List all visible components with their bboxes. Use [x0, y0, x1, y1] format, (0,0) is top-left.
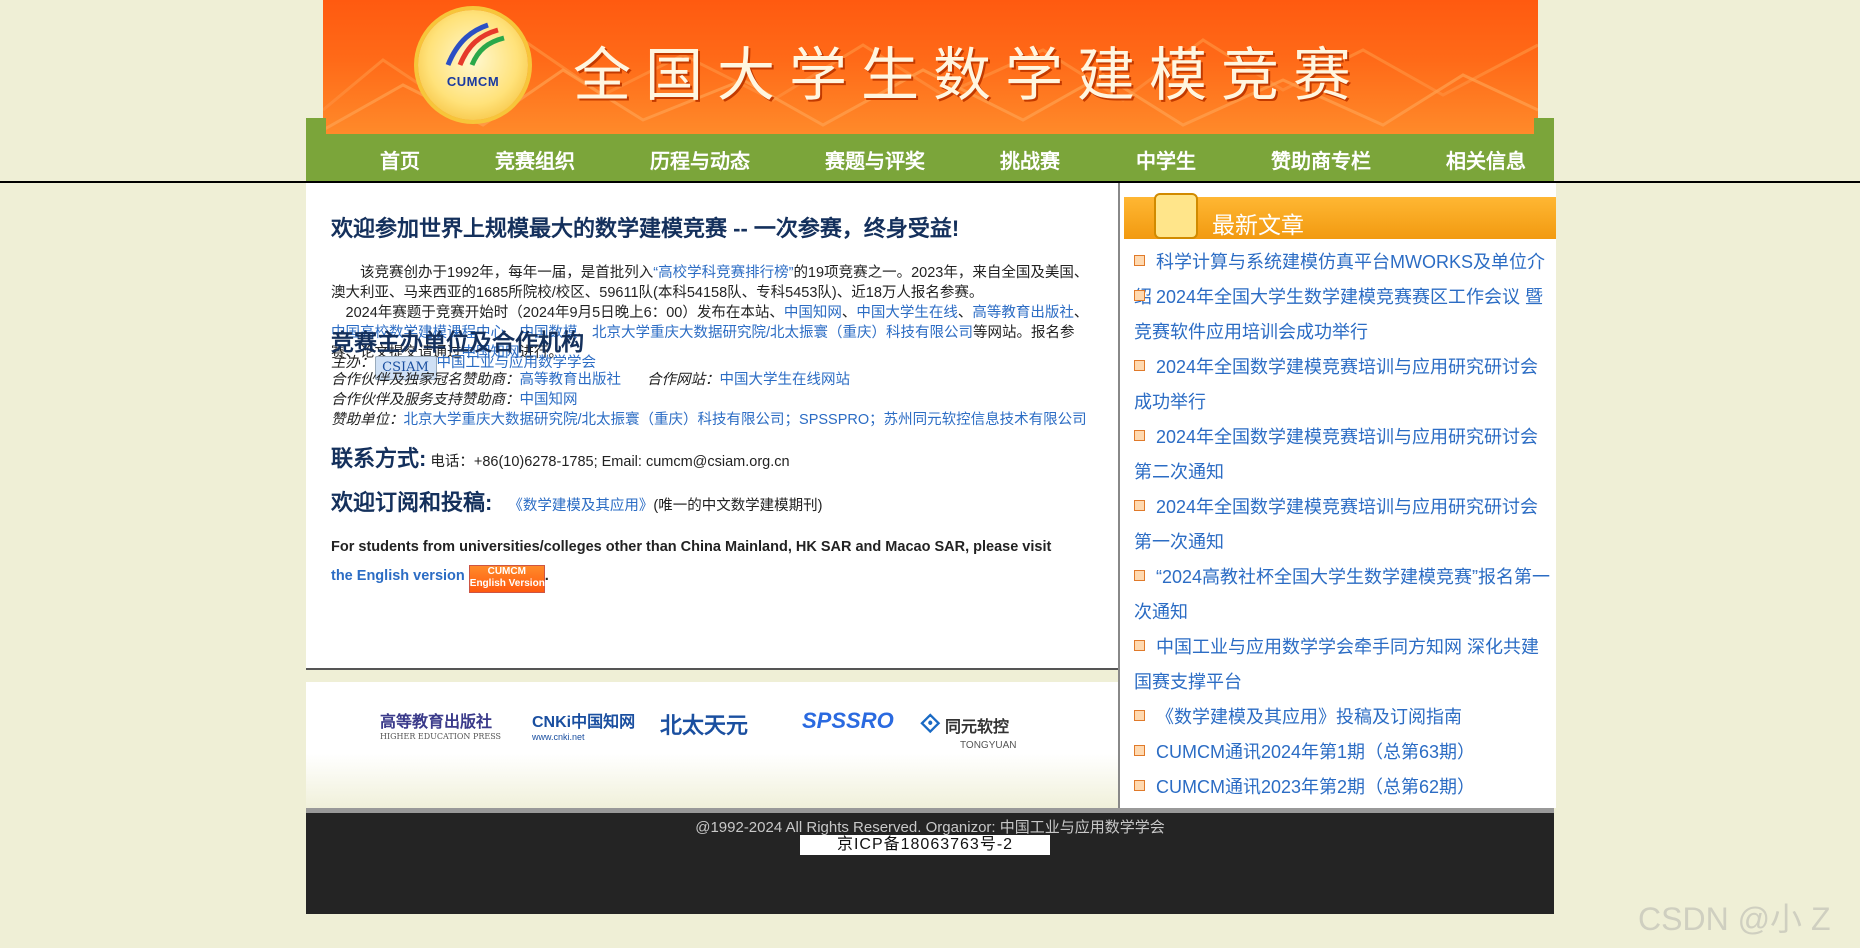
univs-link[interactable]: 中国大学生在线	[856, 305, 958, 321]
logo-text: CUMCM	[446, 74, 500, 89]
nav-sponsors[interactable]: 赞助商专栏	[1271, 145, 1371, 174]
bullet-icon	[1134, 640, 1145, 651]
contact-row: 联系方式: 电话：+86(10)6278-1785; Email: cumcm@…	[331, 445, 1091, 476]
bullet-icon	[1134, 430, 1145, 441]
nav-highschool[interactable]: 中学生	[1136, 145, 1196, 174]
subscribe-row: 欢迎订阅和投稿: 《数学建模及其应用》(唯一的中文数学建模期刊)	[331, 490, 823, 515]
main-divider	[306, 668, 1118, 670]
site-title: 全国大学生数学建模竞赛	[573, 41, 1366, 109]
organizers-heading: 竞赛主办单位及合作机构	[331, 329, 584, 355]
bullet-icon	[1134, 780, 1145, 791]
univs-site-link[interactable]: 中国大学生在线网站	[720, 372, 851, 388]
bullet-icon	[1134, 255, 1145, 266]
contact-heading: 联系方式:	[331, 446, 427, 471]
contact-text: 电话：+86(10)6278-1785; Email: cumcm@csiam.…	[430, 454, 790, 470]
pku-link[interactable]: 北京大学重庆大数据研究院/北太振寰（重庆）科技有限公司	[592, 325, 973, 341]
article-link[interactable]: 2024年全国数学建模竞赛培训与应用研究研讨会成功举行	[1134, 350, 1554, 420]
article-link[interactable]: 2024年全国数学建模竞赛培训与应用研究研讨会第二次通知	[1134, 420, 1554, 490]
beitai-logo[interactable]: 北太天元	[660, 708, 748, 740]
nav-organization[interactable]: 竞赛组织	[495, 145, 575, 174]
article-link[interactable]: “2024高教社杯全国大学生数学建模竞赛”报名第一次通知	[1134, 560, 1554, 630]
hep-partner-link[interactable]: 高等教育出版社	[520, 372, 622, 388]
partners-fade	[306, 754, 1118, 808]
article-link[interactable]: 2024年全国大学生数学建模竞赛赛区工作会议 暨竞赛软件应用培训会成功举行	[1134, 280, 1554, 350]
nav-related[interactable]: 相关信息	[1446, 145, 1526, 174]
cnki-partner-link[interactable]: 中国知网	[520, 392, 578, 408]
main-nav: 首页 竞赛组织 历程与动态 赛题与评奖 挑战赛 中学生 赞助商专栏 相关信息	[306, 134, 1554, 181]
subscribe-heading: 欢迎订阅和投稿:	[331, 490, 493, 515]
page-headline: 欢迎参加世界上规模最大的数学建模竞赛 -- 一次参赛，终身受益!	[331, 216, 960, 241]
nav-challenge[interactable]: 挑战赛	[1000, 145, 1060, 174]
hep-link[interactable]: 高等教育出版社	[972, 305, 1074, 321]
article-link[interactable]: 《数学建模及其应用》投稿及订阅指南	[1134, 700, 1554, 735]
sidebar-header: 最新文章	[1124, 193, 1556, 239]
article-link[interactable]: CUMCM通讯2023年第2期（总第62期）	[1134, 770, 1554, 805]
spsspro-logo[interactable]: SPSSRO	[802, 708, 894, 734]
partner2-row: 合作伙伴及服务支持赞助商：中国知网	[331, 392, 578, 408]
hep-logo[interactable]: 高等教育出版社 HIGHER EDUCATION PRESS	[380, 708, 501, 741]
cumcm-logo[interactable]: CUMCM	[418, 10, 528, 120]
nav-home[interactable]: 首页	[380, 145, 420, 174]
bullet-icon	[1134, 570, 1145, 581]
english-notice: For students from universities/colleges …	[331, 539, 1052, 555]
bullet-icon	[1134, 500, 1145, 511]
site-footer: @1992-2024 All Rights Reserved. Organizo…	[306, 813, 1554, 914]
nav-shoulder-left	[306, 118, 326, 134]
english-version-badge[interactable]: CUMCM English Version	[468, 565, 545, 593]
site-banner: CUMCM 全国大学生数学建模竞赛	[323, 0, 1538, 134]
article-link[interactable]: 中国工业与应用数学学会牵手同方知网 深化共建国赛支撑平台	[1134, 630, 1554, 700]
bullet-icon	[1134, 290, 1145, 301]
csiam-link[interactable]: 中国工业与应用数学学会	[437, 355, 597, 371]
cnki-logo[interactable]: CNKi中国知网 www.cnki.net	[532, 708, 635, 742]
journal-link[interactable]: 《数学建模及其应用》	[508, 498, 653, 514]
article-link[interactable]: CUMCM通讯2024年第1期（总第63期）	[1134, 735, 1554, 770]
tongyuan-icon: ⟐	[920, 708, 941, 738]
nav-history[interactable]: 历程与动态	[650, 145, 750, 174]
copyright-text: @1992-2024 All Rights Reserved. Organizo…	[695, 819, 1165, 836]
icp-license-link[interactable]: 京ICP备18063763号-2	[800, 835, 1050, 855]
partner1-row: 合作伙伴及独家冠名赞助商：高等教育出版社 合作网站：中国大学生在线网站	[331, 372, 851, 388]
nav-problems[interactable]: 赛题与评奖	[825, 145, 925, 174]
latest-articles-sidebar: 最新文章 科学计算与系统建模仿真平台MWORKS及单位介绍 2024年全国大学生…	[1118, 183, 1556, 808]
sponsors-row: 赞助单位：北京大学重庆大数据研究院/北太振寰（重庆）科技有限公司；SPSSPRO…	[331, 412, 1087, 428]
nav-shoulder-right	[1534, 118, 1554, 134]
logo-swoosh-icon	[445, 22, 505, 67]
sidebar-title: 最新文章	[1212, 212, 1304, 238]
notepad-pencil-icon	[1154, 193, 1198, 239]
english-link-row: the English version CUMCM English Version…	[331, 561, 1091, 593]
bullet-icon	[1134, 745, 1145, 756]
bullet-icon	[1134, 710, 1145, 721]
tongyuan-logo[interactable]: ⟐ 同元软控 TONGYUAN	[920, 708, 1017, 751]
sponsors-links[interactable]: 北京大学重庆大数据研究院/北太振寰（重庆）科技有限公司；SPSSPRO；苏州同元…	[404, 412, 1087, 428]
english-version-link[interactable]: the English version	[331, 568, 465, 584]
partner-logos-strip: 高等教育出版社 HIGHER EDUCATION PRESS CNKi中国知网 …	[306, 682, 1118, 754]
bullet-icon	[1134, 360, 1145, 371]
main-content: 欢迎参加世界上规模最大的数学建模竞赛 -- 一次参赛，终身受益! 该竞赛创办于1…	[306, 183, 1118, 670]
csdn-watermark: CSDN @小 Z	[1638, 901, 1831, 937]
intro-paragraph-1: 该竞赛创办于1992年，每年一届，是首批列入“高校学科竞赛排行榜”的19项竞赛之…	[331, 265, 1089, 301]
cnki-link[interactable]: 中国知网	[784, 305, 842, 321]
ranking-link[interactable]: “高校学科竞赛排行榜”	[653, 265, 793, 281]
article-link[interactable]: 2024年全国数学建模竞赛培训与应用研究研讨会第一次通知	[1134, 490, 1554, 560]
